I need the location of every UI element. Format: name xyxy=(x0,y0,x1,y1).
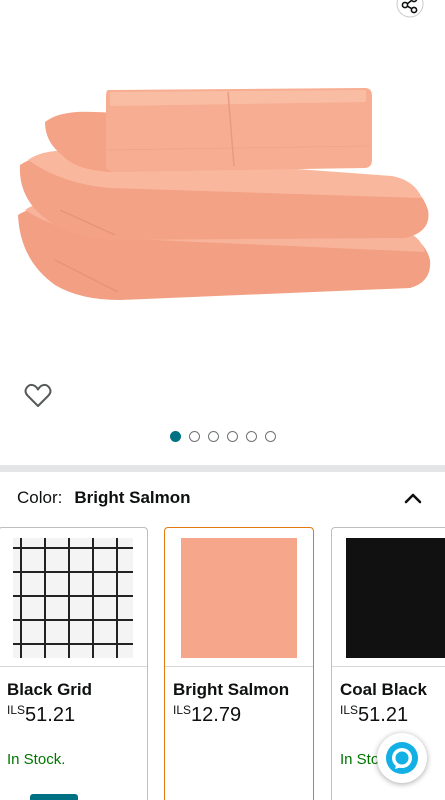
swatch-price: ILS51.21 xyxy=(340,703,408,727)
carousel-dot[interactable] xyxy=(264,431,276,442)
color-label: Color: xyxy=(17,488,63,507)
section-divider xyxy=(0,465,445,472)
price-amount: 51.21 xyxy=(358,704,409,726)
swatch-bright-salmon[interactable]: Bright Salmon ILS12.79 xyxy=(164,527,314,800)
selected-color-name: Bright Salmon xyxy=(74,488,191,507)
swatch-price: ILS12.79 xyxy=(173,703,241,727)
share-icon xyxy=(396,0,424,18)
swatch-name: Black Grid xyxy=(7,680,93,699)
carousel-dot[interactable] xyxy=(245,431,257,442)
product-image[interactable] xyxy=(0,60,445,320)
product-hero xyxy=(0,0,445,465)
currency-code: ILS xyxy=(173,703,192,717)
swatch-name: Coal Black xyxy=(340,680,427,699)
swatch-separator xyxy=(0,666,147,667)
stock-status: In Stock. xyxy=(7,751,66,768)
swatch-separator xyxy=(332,666,445,667)
price-amount: 12.79 xyxy=(191,704,242,726)
assistant-button[interactable] xyxy=(377,733,427,783)
carousel-dot[interactable] xyxy=(169,431,181,442)
bright-salmon-thumbnail xyxy=(181,538,297,658)
carousel-dot[interactable] xyxy=(207,431,219,442)
carousel-dot[interactable] xyxy=(226,431,238,442)
chevron-up-icon xyxy=(404,493,422,504)
alexa-icon xyxy=(386,742,418,774)
image-carousel-dots xyxy=(0,431,445,442)
coal-black-thumbnail xyxy=(346,538,445,658)
share-button[interactable] xyxy=(390,0,430,20)
collapse-button[interactable] xyxy=(401,486,425,510)
heart-icon xyxy=(24,383,52,407)
price-amount: 51.21 xyxy=(25,704,76,726)
currency-code: ILS xyxy=(7,703,26,717)
swatch-price: ILS51.21 xyxy=(7,703,75,727)
currency-code: ILS xyxy=(340,703,359,717)
swatch-black-grid[interactable]: Black Grid ILS51.21 In Stock. xyxy=(0,527,148,800)
bottom-bar-indicator xyxy=(30,794,78,800)
swatch-separator xyxy=(165,666,313,667)
wishlist-button[interactable] xyxy=(22,380,54,412)
black-grid-thumbnail xyxy=(13,538,133,658)
color-selector-header[interactable]: Color: Bright Salmon xyxy=(0,472,445,524)
swatch-name: Bright Salmon xyxy=(173,680,290,699)
carousel-dot[interactable] xyxy=(188,431,200,442)
